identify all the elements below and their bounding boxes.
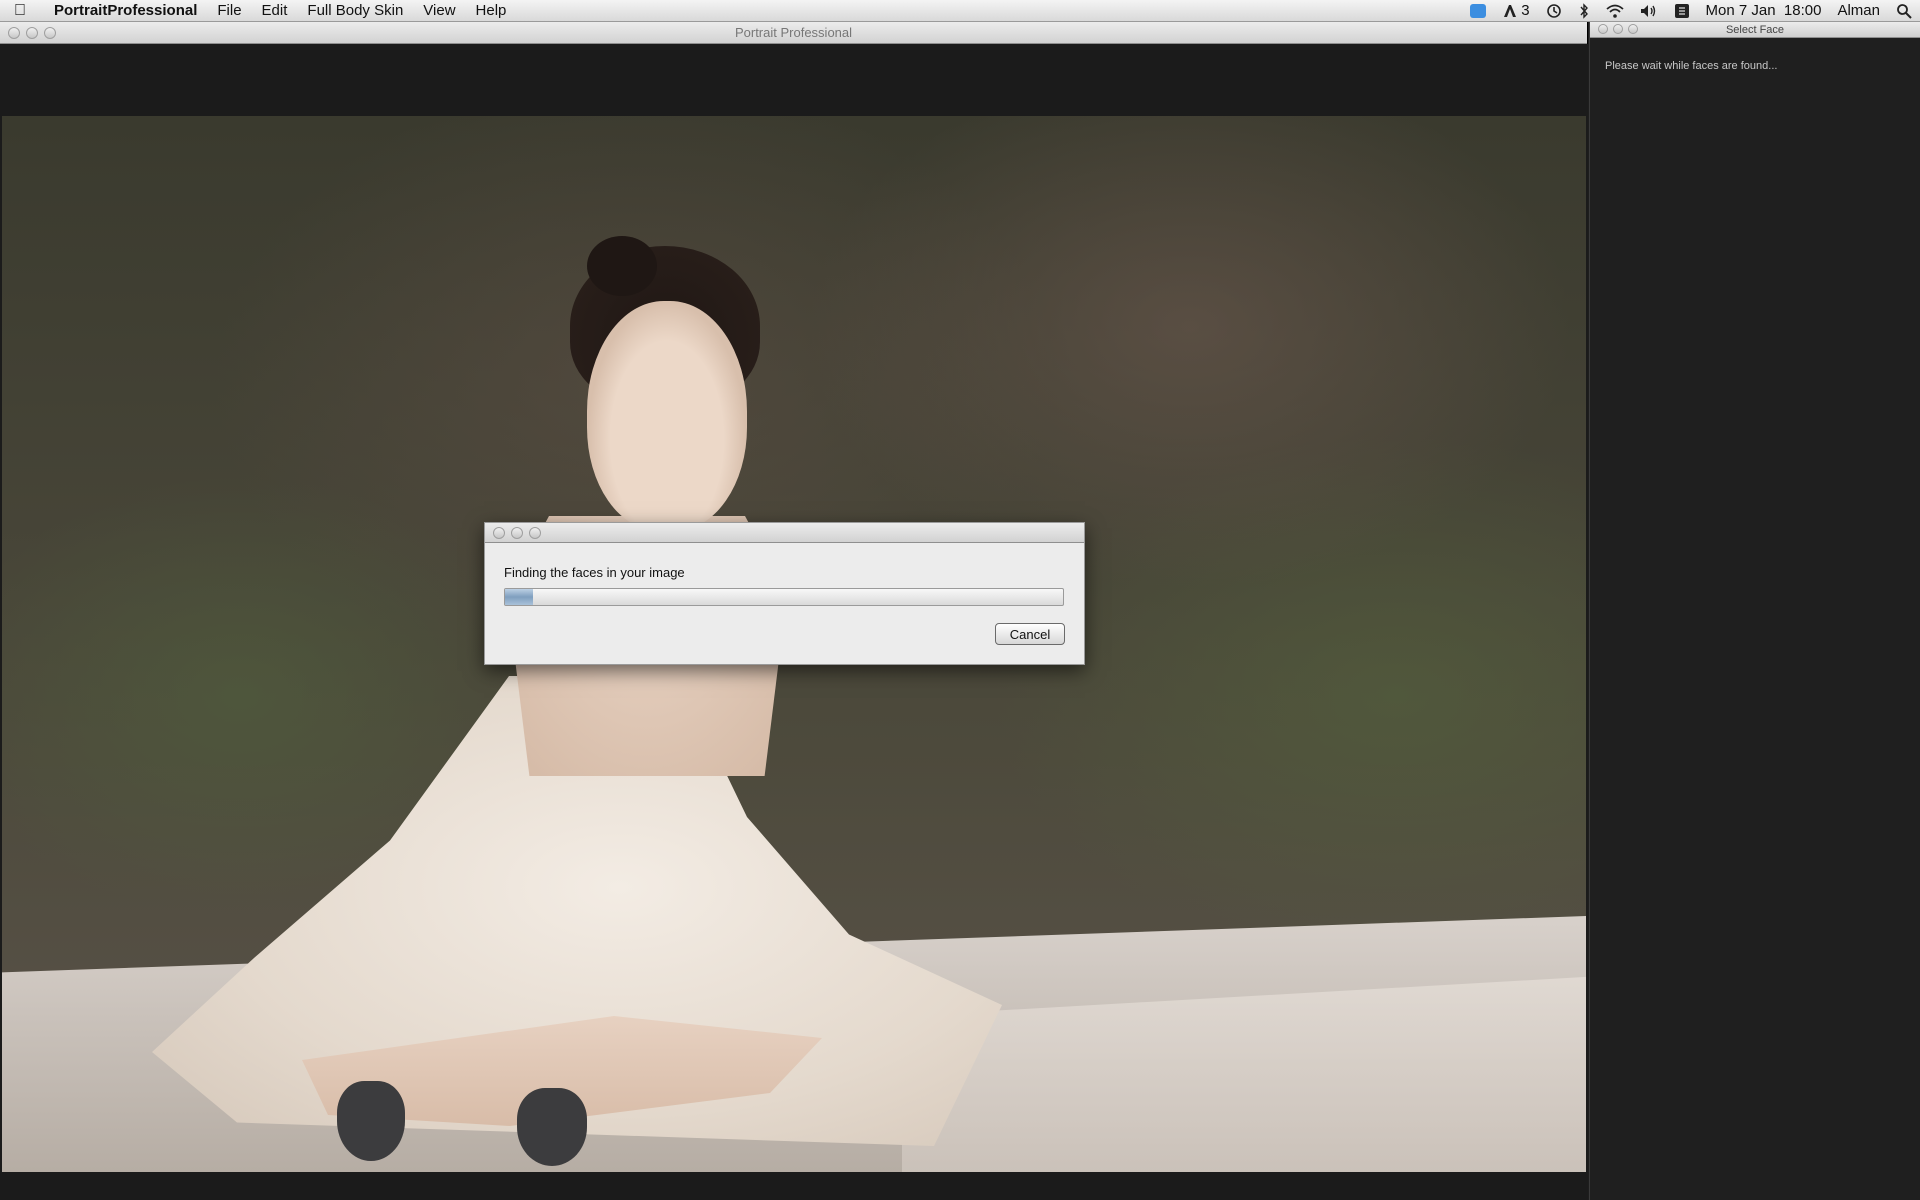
menu-bar-status-area: 3 Mon 7 Jan 18:00 Alman xyxy=(1462,0,1920,22)
close-window-button[interactable] xyxy=(8,27,20,39)
spotlight-icon[interactable] xyxy=(1888,3,1920,19)
menu-bar:  PortraitProfessional File Edit Full Bo… xyxy=(0,0,1920,22)
apple-icon[interactable]:  xyxy=(0,2,40,20)
dropbox-icon[interactable] xyxy=(1462,3,1494,18)
dialog-close-button[interactable] xyxy=(493,527,505,539)
wifi-icon[interactable] xyxy=(1598,4,1632,18)
dialog-titlebar[interactable] xyxy=(485,523,1084,543)
menu-view[interactable]: View xyxy=(413,2,465,19)
time-machine-icon[interactable] xyxy=(1538,3,1570,19)
select-face-status-text: Please wait while faces are found... xyxy=(1605,60,1778,72)
menu-help[interactable]: Help xyxy=(466,2,517,19)
photo-shoe-left xyxy=(337,1081,405,1161)
panel-minimize-button[interactable] xyxy=(1613,24,1623,34)
photo-face xyxy=(587,301,747,531)
dialog-window-controls xyxy=(493,527,541,539)
panel-close-button[interactable] xyxy=(1598,24,1608,34)
select-face-panel: Select Face Please wait while faces are … xyxy=(1589,22,1920,1200)
dialog-zoom-button[interactable] xyxy=(529,527,541,539)
minimize-window-button[interactable] xyxy=(26,27,38,39)
volume-icon[interactable] xyxy=(1632,4,1666,18)
menu-app-name[interactable]: PortraitProfessional xyxy=(40,2,207,19)
progress-bar-fill xyxy=(505,589,533,605)
main-window-titlebar[interactable]: Portrait Professional xyxy=(0,22,1587,44)
face-detection-progress-bar xyxy=(504,588,1064,606)
photo-shoe-right xyxy=(517,1088,587,1166)
panel-window-controls xyxy=(1598,24,1638,34)
panel-zoom-button[interactable] xyxy=(1628,24,1638,34)
keyboard-icon[interactable] xyxy=(1666,3,1698,19)
adobe-icon[interactable]: 3 xyxy=(1494,2,1537,19)
photo-hair-bun xyxy=(587,236,657,296)
finding-faces-dialog: Finding the faces in your image Cancel xyxy=(484,522,1085,665)
main-window-title: Portrait Professional xyxy=(734,25,853,40)
window-controls xyxy=(8,27,56,39)
menu-full-body-skin[interactable]: Full Body Skin xyxy=(297,2,413,19)
zoom-window-button[interactable] xyxy=(44,27,56,39)
menu-edit[interactable]: Edit xyxy=(252,2,298,19)
select-face-title: Select Face xyxy=(1725,24,1785,36)
menu-file[interactable]: File xyxy=(207,2,251,19)
select-face-titlebar[interactable]: Select Face xyxy=(1590,22,1920,38)
user-name[interactable]: Alman xyxy=(1829,2,1888,19)
dialog-message: Finding the faces in your image xyxy=(504,565,685,580)
bluetooth-icon[interactable] xyxy=(1570,2,1598,19)
clock-datetime[interactable]: Mon 7 Jan 18:00 xyxy=(1698,2,1830,19)
dialog-minimize-button[interactable] xyxy=(511,527,523,539)
adobe-count: 3 xyxy=(1521,2,1530,19)
cancel-button[interactable]: Cancel xyxy=(995,623,1065,645)
